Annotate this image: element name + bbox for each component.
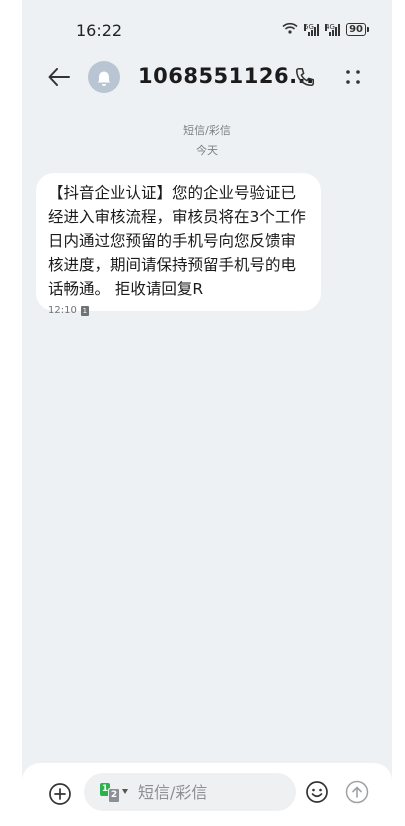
emoji-icon[interactable] — [302, 777, 332, 807]
conversation-header: 1068551126... — [22, 58, 392, 98]
chevron-down-icon — [122, 789, 128, 794]
bell-avatar-icon[interactable] — [88, 61, 120, 93]
status-time: 16:22 — [76, 21, 123, 40]
status-bar: 16:22 5G 4G 90 — [22, 0, 392, 58]
plus-circle-icon[interactable] — [45, 779, 75, 809]
battery-icon: 90 — [346, 23, 369, 36]
message-bubble[interactable]: 【抖音企业认证】您的企业号验证已经进入审核流程，审核员将在3个工作日内通过您预留… — [36, 173, 321, 311]
signal-5g-icon: 5G — [304, 23, 320, 36]
signal-4g-icon: 4G — [325, 23, 341, 36]
contact-name[interactable]: 1068551126... — [138, 64, 315, 88]
compose-bar: 1 2 — [22, 763, 392, 826]
phone-icon[interactable] — [290, 62, 320, 92]
send-arrow-icon[interactable] — [342, 777, 372, 807]
message-input-pill: 1 2 — [84, 773, 296, 811]
message-input[interactable] — [136, 781, 280, 803]
back-arrow-icon[interactable] — [44, 62, 74, 92]
sim-switch-icon[interactable]: 1 2 — [100, 781, 128, 803]
message-meta: 12:10 1 — [48, 305, 89, 316]
sim2-badge: 2 — [108, 788, 120, 803]
wifi-icon — [282, 22, 298, 37]
message-time: 12:10 — [48, 305, 77, 316]
more-dots-icon[interactable] — [338, 62, 368, 92]
status-icons: 5G 4G 90 — [282, 22, 369, 37]
messaging-screen: 16:22 5G 4G 90 1068551126... 短信/彩信 今天 【抖… — [22, 0, 392, 826]
date-label: 今天 — [196, 144, 218, 157]
sim-card-icon: 1 — [80, 305, 89, 316]
channel-label: 短信/彩信 — [183, 124, 231, 137]
